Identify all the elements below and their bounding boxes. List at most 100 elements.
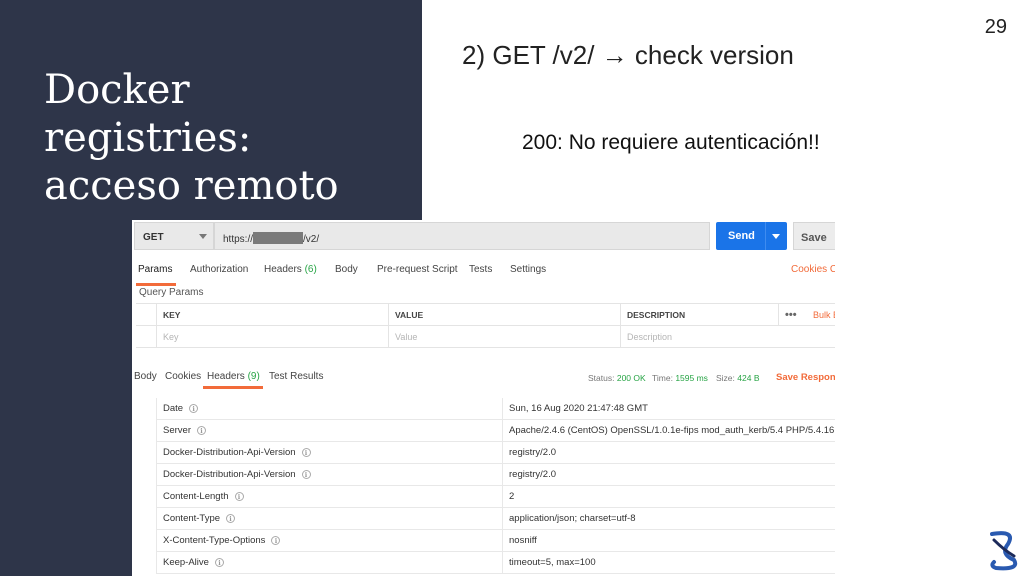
header-key-text: Date: [163, 403, 184, 414]
tab-tests[interactable]: Tests: [469, 264, 492, 275]
save-button[interactable]: Save: [793, 222, 835, 250]
info-icon[interactable]: i: [196, 426, 206, 435]
tab-label: Authorization: [190, 264, 249, 275]
column-header: KEY: [156, 304, 388, 326]
info-icon[interactable]: i: [189, 404, 199, 413]
method-label: GET: [143, 232, 164, 243]
info-icon[interactable]: i: [301, 448, 311, 457]
tab-pre-request-script[interactable]: Pre-request Script: [377, 264, 458, 275]
tab-label: Test Results: [269, 371, 324, 382]
tab-count: (6): [304, 264, 317, 275]
table-row: Docker-Distribution-Api-Version i registr…: [156, 464, 835, 486]
size-label: Size:: [716, 373, 735, 383]
header-key: Content-Length i: [163, 491, 244, 502]
status-label: Status:: [588, 373, 615, 383]
active-tab-indicator: [136, 283, 176, 286]
header-value: Apache/2.4.6 (CentOS) OpenSSL/1.0.1e-fip…: [509, 425, 835, 436]
column-divider: [502, 442, 503, 464]
header-value: Sun, 16 Aug 2020 21:47:48 GMT: [509, 403, 648, 414]
column-divider: [502, 486, 503, 508]
table-row: Date i Sun, 16 Aug 2020 21:47:48 GMT: [156, 398, 835, 420]
send-label: Send: [728, 230, 755, 242]
request-url-bar: GET https:// /v2/ Send Save: [132, 220, 835, 254]
slide-title-line: acceso remoto: [44, 163, 339, 209]
send-divider: [765, 222, 766, 250]
tab-label: Pre-request Script: [377, 264, 458, 275]
table-row: Keep-Alive i timeout=5, max=100: [156, 552, 835, 574]
chevron-down-icon: [199, 234, 207, 239]
header-value: registry/2.0: [509, 469, 556, 480]
tab-authorization[interactable]: Authorization: [190, 264, 248, 275]
header-key-text: Content-Type: [163, 513, 221, 524]
column-header: VALUE: [388, 304, 620, 326]
params-header-row: KEY VALUE DESCRIPTION ••• Bulk E: [136, 304, 835, 326]
column-divider: [502, 552, 503, 574]
header-key-text: X-Content-Type-Options: [163, 535, 266, 546]
column-divider: [502, 420, 503, 442]
table-row: Content-Type i application/json; charset=…: [156, 508, 835, 530]
tab-label: Settings: [510, 264, 547, 275]
header-key-text: Docker-Distribution-Api-Version: [163, 469, 296, 480]
info-icon[interactable]: i: [271, 536, 281, 545]
tab-body[interactable]: Body: [335, 264, 358, 275]
save-response-button[interactable]: Save Response: [776, 372, 835, 383]
url-input[interactable]: https:// /v2/: [214, 222, 710, 250]
header-value: nosniff: [509, 535, 537, 546]
info-icon[interactable]: i: [226, 514, 236, 523]
tab-label: Tests: [469, 264, 493, 275]
redacted-host: [253, 232, 304, 244]
tab-params[interactable]: Params: [138, 264, 172, 275]
method-select[interactable]: GET: [134, 222, 214, 250]
column-divider: [502, 508, 503, 530]
table-row: Content-Length i 2: [156, 486, 835, 508]
tab-label: Body: [134, 371, 157, 382]
response-tab-cookies[interactable]: Cookies: [165, 371, 201, 382]
response-tab-headers[interactable]: Headers (9): [207, 371, 260, 382]
tab-count: (9): [247, 371, 260, 382]
key-input[interactable]: Key: [156, 326, 388, 348]
tab-headers[interactable]: Headers (6): [264, 264, 317, 275]
params-table: KEY VALUE DESCRIPTION ••• Bulk E Key Val…: [136, 303, 835, 349]
header-key: Date i: [163, 403, 199, 414]
header-value: 2: [509, 491, 515, 502]
cookies-link[interactable]: Cookies C: [791, 264, 835, 275]
header-key-text: Server: [163, 425, 191, 436]
status-value: 200 OK: [616, 373, 646, 383]
chevron-down-icon[interactable]: [772, 234, 780, 239]
header-value: timeout=5, max=100: [509, 557, 596, 568]
size-value: 424 B: [737, 373, 760, 383]
slide-title-line: registries:: [44, 115, 252, 161]
url-suffix: /v2/: [303, 234, 320, 245]
column-header: DESCRIPTION: [620, 304, 778, 326]
time-value: 1595 ms: [675, 373, 708, 383]
value-input[interactable]: Value: [388, 326, 620, 348]
tab-label: Headers: [207, 371, 245, 382]
response-tab-body[interactable]: Body: [134, 371, 157, 382]
header-key-text: Content-Length: [163, 491, 229, 502]
size-readout: Size: 424 B: [716, 373, 760, 383]
response-tab-test-results[interactable]: Test Results: [269, 371, 323, 382]
header-key: X-Content-Type-Options i: [163, 535, 281, 546]
info-icon[interactable]: i: [234, 492, 244, 501]
slide-title: Docker registries: acceso remoto: [44, 66, 404, 210]
response-tabs: Body Cookies Headers (9) Test Results St…: [132, 366, 835, 390]
send-button[interactable]: Send: [716, 222, 787, 250]
active-tab-indicator: [203, 386, 263, 389]
slide-number: 29: [984, 16, 1007, 38]
header-key-text: Docker-Distribution-Api-Version: [163, 447, 296, 458]
tab-label: Params: [138, 264, 173, 275]
info-icon[interactable]: i: [214, 558, 224, 567]
url-prefix: https://: [223, 234, 254, 245]
slide-heading: 2) GET /v2/ → check version: [462, 40, 794, 70]
query-params-label: Query Params: [139, 287, 204, 298]
tab-settings[interactable]: Settings: [510, 264, 546, 275]
tab-label: Cookies: [165, 371, 202, 382]
header-key: Content-Type i: [163, 513, 236, 524]
info-icon[interactable]: i: [301, 470, 311, 479]
slide-title-line: Docker: [44, 67, 190, 113]
table-row: X-Content-Type-Options i nosniff: [156, 530, 835, 552]
more-options-icon[interactable]: •••: [785, 309, 797, 321]
bulk-edit-link[interactable]: Bulk E: [813, 310, 835, 320]
description-input[interactable]: Description: [620, 326, 835, 348]
params-actions-cell: ••• Bulk E: [778, 304, 835, 326]
